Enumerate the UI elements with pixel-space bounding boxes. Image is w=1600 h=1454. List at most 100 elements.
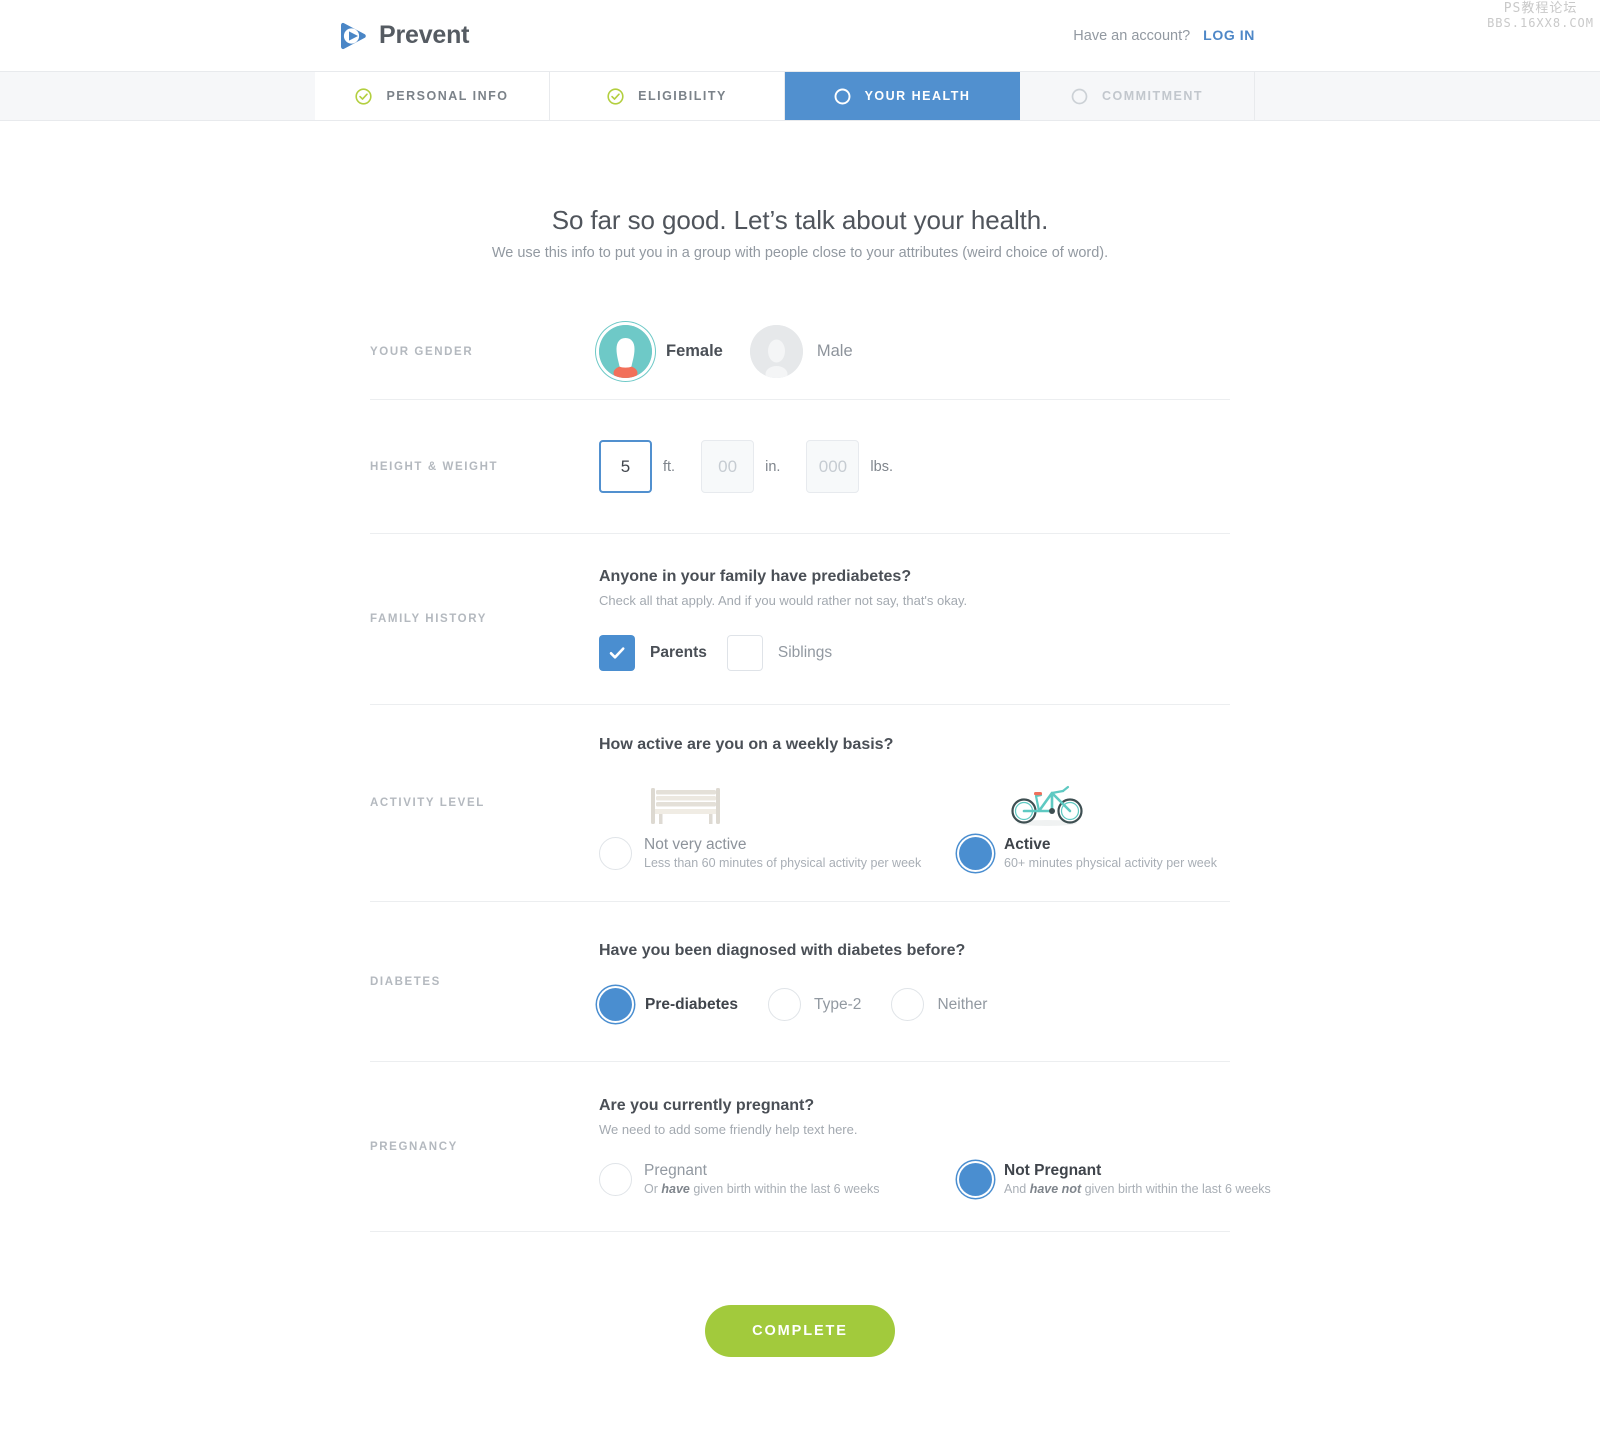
male-avatar-icon [749,325,803,378]
diabetes-option-neither[interactable]: Neither [891,988,987,1021]
circle-icon [834,88,851,105]
pregnancy-detail-post: given birth within the last 6 weeks [689,1182,880,1196]
bicycle-icon [959,782,1319,826]
diabetes-row: DIABETES Have you been diagnosed with di… [370,902,1230,1062]
activity-question: How active are you on a weekly basis? [599,736,894,753]
height-weight-row-label: HEIGHT & WEIGHT [370,460,499,473]
height-feet-input[interactable]: 5 [599,440,652,493]
gender-option-female[interactable]: Female [599,325,723,378]
radio-not-pregnant[interactable] [959,1162,992,1196]
inches-unit-label: in. [765,458,781,475]
activity-detail-not-very-active: Less than 60 minutes of physical activit… [644,856,922,870]
diabetes-question: Have you been diagnosed with diabetes be… [599,942,966,959]
check-circle-icon [607,87,624,105]
family-history-row-label: FAMILY HISTORY [370,613,487,625]
family-history-row: FAMILY HISTORY Anyone in your family hav… [370,534,1230,705]
pregnancy-help: We need to add some friendly help text h… [599,1122,858,1137]
female-avatar-icon [599,325,652,378]
site-watermark: PS教程论坛 BBS.16XX8.COM [1487,1,1594,31]
brand-name: Prevent [379,21,470,49]
step-commitment[interactable]: COMMITMENT [1020,72,1255,120]
diabetes-label-type-2: Type-2 [814,995,862,1013]
page-title: So far so good. Let’s talk about your he… [551,205,1049,235]
diabetes-options: Pre-diabetes Type-2 Neither [599,988,1230,1021]
pregnancy-title-pregnant: Pregnant [644,1162,707,1179]
pregnancy-detail-post: given birth within the last 6 weeks [1081,1182,1271,1196]
account-prompt: Have an account? [1073,28,1191,44]
checkbox-label-parents: Parents [650,644,707,661]
login-link[interactable]: LOG IN [1203,27,1255,43]
page-heading-block: So far so good. Let’s talk about your he… [0,121,1600,261]
empty-checkbox-icon [726,635,763,671]
activity-options: Not very active Less than 60 minutes of … [599,782,1319,870]
step-eligibility[interactable]: ELIGIBILITY [550,72,785,120]
activity-option-active[interactable]: Active 60+ minutes physical activity per… [959,782,1319,870]
gender-row-label: YOUR GENDER [370,345,474,358]
brand-logo-group[interactable]: Prevent [338,21,470,51]
step-label: COMMITMENT [1101,89,1204,103]
step-personal-info[interactable]: PERSONAL INFO [315,72,550,120]
height-weight-row: HEIGHT & WEIGHT 5 ft. 00 in. 000 lbs. [370,400,1230,534]
activity-title-active: Active [1004,836,1051,853]
gender-label-female: Female [666,342,723,360]
radio-neither[interactable] [891,988,925,1021]
pregnancy-question: Are you currently pregnant? [599,1097,815,1114]
activity-detail-active: 60+ minutes physical activity per week [1004,856,1217,870]
family-history-options: Parents Siblings [599,635,1230,671]
diabetes-row-label: DIABETES [370,975,441,988]
feet-unit-label: ft. [663,458,676,475]
activity-level-row: ACTIVITY LEVEL How active are you on a w… [370,705,1230,902]
radio-pregnant[interactable] [599,1162,632,1196]
watermark-line-2: BBS.16XX8.COM [1487,15,1594,30]
pregnancy-option-not-pregnant[interactable]: Not Pregnant And have not given birth wi… [959,1162,1319,1196]
checkbox-option-parents[interactable]: Parents [599,635,707,671]
step-label: YOUR HEALTH [864,89,971,103]
weight-pounds-input[interactable]: 000 [806,440,860,493]
check-circle-icon [355,87,373,105]
health-form: YOUR GENDER Female Male HEIGHT & WEIGHT … [370,261,1271,1357]
page-header: Prevent Have an account? LOG IN [0,0,1600,71]
pregnancy-title-not-pregnant: Not Pregnant [1004,1162,1102,1179]
pregnancy-detail-emphasis: have not [1029,1182,1082,1196]
gender-option-male[interactable]: Male [749,325,853,378]
diabetes-option-type-2[interactable]: Type-2 [768,988,861,1021]
gender-row: YOUR GENDER Female Male [370,304,1230,400]
activity-level-row-label: ACTIVITY LEVEL [370,797,485,809]
pregnancy-row-label: PREGNANCY [370,1140,458,1153]
radio-not-very-active[interactable] [599,836,632,870]
height-inches-input[interactable]: 00 [701,440,755,493]
pounds-unit-label: lbs. [870,458,893,475]
diabetes-label-pre-diabetes: Pre-diabetes [645,995,739,1013]
pregnancy-detail-not-pregnant: And have not given birth within the last… [1004,1182,1271,1196]
family-history-help: Check all that apply. And if you would r… [599,593,968,608]
radio-active[interactable] [959,836,992,870]
pregnancy-option-pregnant[interactable]: Pregnant Or have given birth within the … [599,1162,959,1196]
complete-button[interactable]: COMPLETE [705,1305,895,1357]
radio-pre-diabetes[interactable] [599,988,632,1021]
gender-label-male: Male [816,342,853,360]
play-triangle-logo-icon [338,21,368,51]
activity-title-not-very-active: Not very active [644,836,747,853]
pregnancy-detail-pregnant: Or have given birth within the last 6 we… [644,1182,880,1196]
diabetes-option-pre-diabetes[interactable]: Pre-diabetes [599,988,738,1021]
gender-options: Female Male [599,304,1230,399]
radio-type-2[interactable] [768,988,802,1021]
pregnancy-detail-pre: And [1004,1182,1030,1196]
height-weight-fields: 5 ft. 00 in. 000 lbs. [599,400,1230,533]
circle-icon [1071,88,1088,105]
checkbox-option-siblings[interactable]: Siblings [726,635,833,671]
account-area: Have an account? LOG IN [1073,27,1255,44]
pregnancy-detail-emphasis: have [661,1182,690,1196]
step-your-health[interactable]: YOUR HEALTH [785,72,1020,120]
progress-steps: PERSONAL INFO ELIGIBILITY YOUR HEALTH CO… [0,71,1600,121]
diabetes-label-neither: Neither [937,995,988,1013]
checkmark-icon [599,635,635,671]
park-bench-icon [599,782,959,826]
step-label: PERSONAL INFO [386,89,509,103]
watermark-line-1: PS教程论坛 [1503,1,1578,16]
pregnancy-row: PREGNANCY Are you currently pregnant? We… [370,1062,1271,1232]
activity-option-not-very-active[interactable]: Not very active Less than 60 minutes of … [599,782,959,870]
page-subtitle: We use this info to put you in a group w… [491,245,1109,261]
checkbox-label-siblings: Siblings [777,644,833,661]
step-label: ELIGIBILITY [638,89,727,103]
